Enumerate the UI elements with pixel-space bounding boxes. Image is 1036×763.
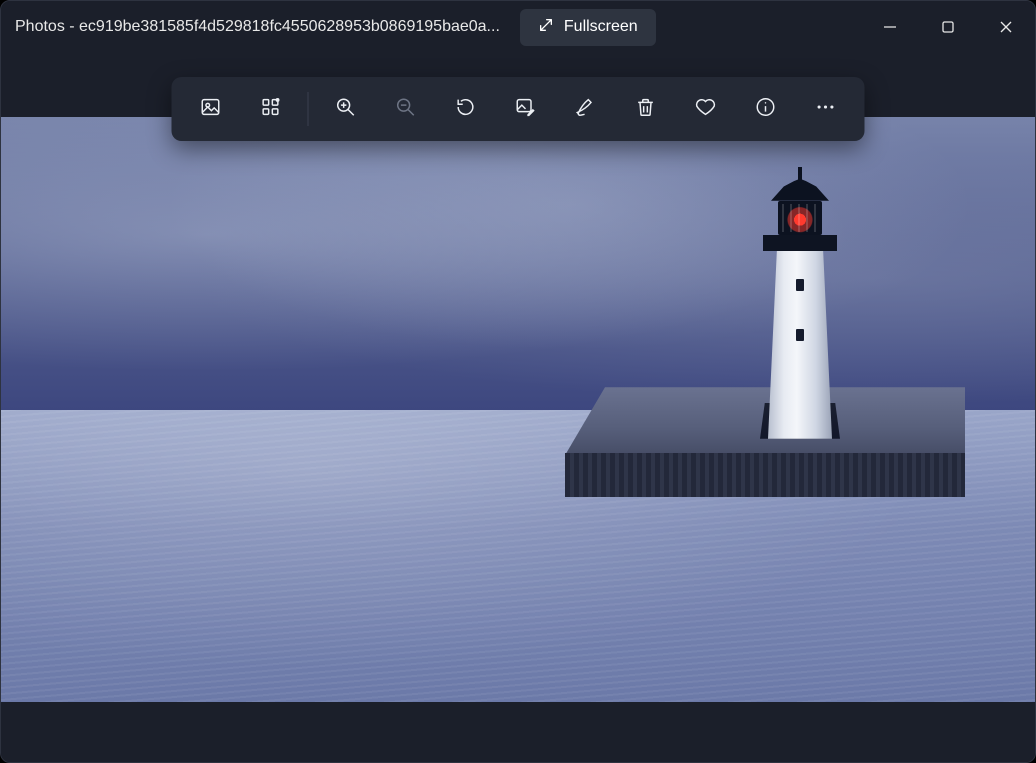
titlebar: Photos - ec919be381585f4d529818fc4550628… [1,1,1035,53]
content-area [1,53,1035,762]
delete-button[interactable] [617,83,675,135]
close-button[interactable] [977,1,1035,53]
info-icon [755,96,777,123]
view-photo-button[interactable] [182,83,240,135]
apps-grid-button[interactable] [242,83,300,135]
favorite-icon [695,96,717,123]
photo-image [1,117,1035,702]
delete-icon [635,96,657,123]
maximize-button[interactable] [919,1,977,53]
more-icon [815,96,837,123]
info-button[interactable] [737,83,795,135]
favorite-button[interactable] [677,83,735,135]
markup-icon [575,96,597,123]
fullscreen-label: Fullscreen [564,18,638,36]
view-photo-icon [200,96,222,123]
more-button[interactable] [797,83,855,135]
zoom-in-icon [335,96,357,123]
markup-button[interactable] [557,83,615,135]
toolbar-separator [308,92,309,126]
minimize-button[interactable] [861,1,919,53]
apps-grid-icon [260,96,282,123]
zoom-out-button[interactable] [377,83,435,135]
edit-image-icon [515,96,537,123]
rotate-button[interactable] [437,83,495,135]
fullscreen-button[interactable]: Fullscreen [520,9,656,46]
window-title: Photos - ec919be381585f4d529818fc4550628… [1,18,500,36]
zoom-out-icon [395,96,417,123]
photo-toolbar [172,77,865,141]
zoom-in-button[interactable] [317,83,375,135]
edit-image-button[interactable] [497,83,555,135]
rotate-icon [455,96,477,123]
window-controls [861,1,1035,53]
letterbox-bottom [1,702,1035,762]
photos-app-window: Photos - ec919be381585f4d529818fc4550628… [0,0,1036,763]
fullscreen-icon [538,17,554,38]
photo-viewport[interactable] [1,117,1035,702]
